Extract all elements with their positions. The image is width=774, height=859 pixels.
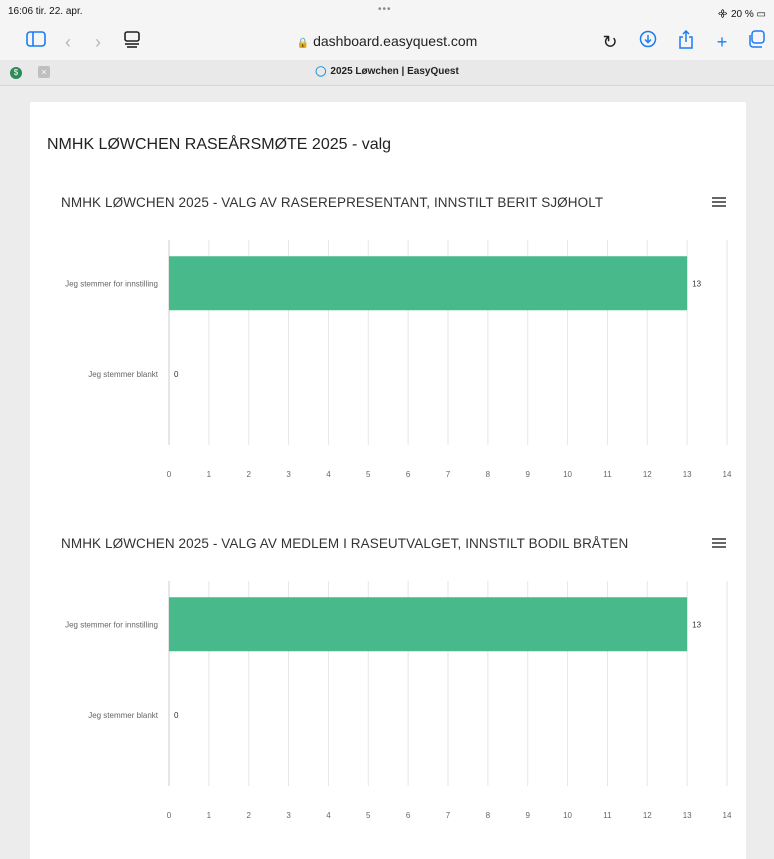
- x-tick-label: 5: [366, 470, 371, 479]
- chart-2-menu-icon[interactable]: [712, 538, 726, 548]
- chart-1-title: NMHK LØWCHEN 2025 - VALG AV RASEREPRESEN…: [61, 195, 604, 210]
- status-time: 16:06 tir. 22. apr.: [8, 6, 83, 17]
- data-label: 0: [174, 711, 179, 720]
- x-tick-label: 6: [406, 470, 411, 479]
- bar: [169, 256, 688, 311]
- battery-status: ᯽ 20 % ▭: [717, 6, 766, 20]
- chart-1-svg: 0 1 2 3 4 5 6 7 8 9 10 11 12 13 14Jeg stemmer for inns…: [65, 240, 732, 479]
- location-pin-icon: ◯: [315, 66, 327, 77]
- x-tick-label: 12: [643, 811, 652, 820]
- x-tick-label: 2: [246, 811, 251, 820]
- forward-icon[interactable]: ›: [86, 30, 110, 54]
- bar: [169, 597, 688, 652]
- chart-2: 0 1 2 3 4 5 6 7 8 9 10 11 12 13 14 Jeg stemmer for inns…: [30, 536, 746, 836]
- tab-bar: $ × ◯ 2025 Løwchen | EasyQuest: [0, 60, 774, 86]
- x-tick-label: 4: [326, 811, 331, 820]
- x-tick-label: 1: [207, 811, 212, 820]
- x-tick-label: 8: [486, 470, 491, 479]
- data-label: 13: [692, 620, 701, 629]
- x-tick-label: 0: [167, 811, 172, 820]
- category-label: Jeg stemmer blankt: [88, 711, 159, 720]
- battery-label: 20 %: [730, 9, 754, 20]
- x-tick-label: 5: [366, 811, 371, 820]
- x-tick-label: 9: [525, 470, 530, 479]
- category-label: Jeg stemmer blankt: [88, 370, 159, 379]
- url-text: dashboard.easyquest.com: [313, 33, 478, 49]
- browser-toolbar: ‹ › 🔒 dashboard.easyquest.com ↻ +: [0, 24, 774, 60]
- x-tick-label: 7: [446, 470, 451, 479]
- x-tick-label: 1: [207, 470, 212, 479]
- category-label: Jeg stemmer for innstilling: [65, 279, 158, 288]
- x-tick-label: 7: [446, 811, 451, 820]
- lock-icon: 🔒: [296, 38, 310, 49]
- x-tick-label: 11: [603, 811, 612, 820]
- share-icon[interactable]: [674, 29, 698, 54]
- x-tick-label: 6: [406, 811, 411, 820]
- x-tick-label: 10: [563, 470, 572, 479]
- x-tick-label: 3: [286, 470, 291, 479]
- x-tick-label: 10: [563, 811, 572, 820]
- download-icon[interactable]: [636, 30, 660, 54]
- x-tick-label: 14: [723, 470, 732, 479]
- tab-active[interactable]: ◯ 2025 Løwchen | EasyQuest: [0, 66, 774, 77]
- chart-2-svg: 0 1 2 3 4 5 6 7 8 9 10 11 12 13 14Jeg stemmer for inns…: [65, 581, 732, 820]
- tabs-icon[interactable]: [744, 30, 768, 54]
- chart-1: 0 1 2 3 4 5 6 7 8 9 10 11 12 13 14 Jeg stemmer for inns…: [30, 195, 746, 495]
- status-bar: 16:06 tir. 22. apr. ••• ᯽ 20 % ▭: [0, 0, 774, 24]
- multitasking-dots[interactable]: •••: [378, 4, 392, 15]
- x-tick-label: 14: [723, 811, 732, 820]
- x-tick-label: 9: [525, 811, 530, 820]
- x-tick-label: 3: [286, 811, 291, 820]
- x-tick-label: 13: [683, 470, 692, 479]
- reader-icon[interactable]: [120, 30, 144, 54]
- data-label: 0: [174, 370, 179, 379]
- x-tick-label: 13: [683, 811, 692, 820]
- battery-icon: ▭: [753, 9, 766, 20]
- sidebar-icon[interactable]: [24, 30, 48, 54]
- chart-1-menu-icon[interactable]: [712, 197, 726, 207]
- x-tick-label: 12: [643, 470, 652, 479]
- x-tick-label: 0: [167, 470, 172, 479]
- back-icon[interactable]: ‹: [56, 30, 80, 54]
- chart-2-title: NMHK LØWCHEN 2025 - VALG AV MEDLEM I RAS…: [61, 536, 629, 551]
- address-bar[interactable]: 🔒 dashboard.easyquest.com: [252, 28, 522, 54]
- x-tick-label: 2: [246, 470, 251, 479]
- tab-title-label: 2025 Løwchen | EasyQuest: [330, 66, 459, 77]
- dashboard-card: NMHK LØWCHEN RASEÅRSMØTE 2025 - valg 012…: [30, 102, 746, 859]
- x-tick-label: 8: [486, 811, 491, 820]
- x-tick-label: 4: [326, 470, 331, 479]
- reload-icon[interactable]: ↻: [598, 30, 622, 54]
- wifi-icon: ᯽: [717, 9, 731, 20]
- category-label: Jeg stemmer for innstilling: [65, 620, 158, 629]
- new-tab-icon[interactable]: +: [710, 30, 734, 54]
- page-title: NMHK LØWCHEN RASEÅRSMØTE 2025 - valg: [47, 136, 392, 153]
- x-tick-label: 11: [603, 470, 612, 479]
- data-label: 13: [692, 279, 701, 288]
